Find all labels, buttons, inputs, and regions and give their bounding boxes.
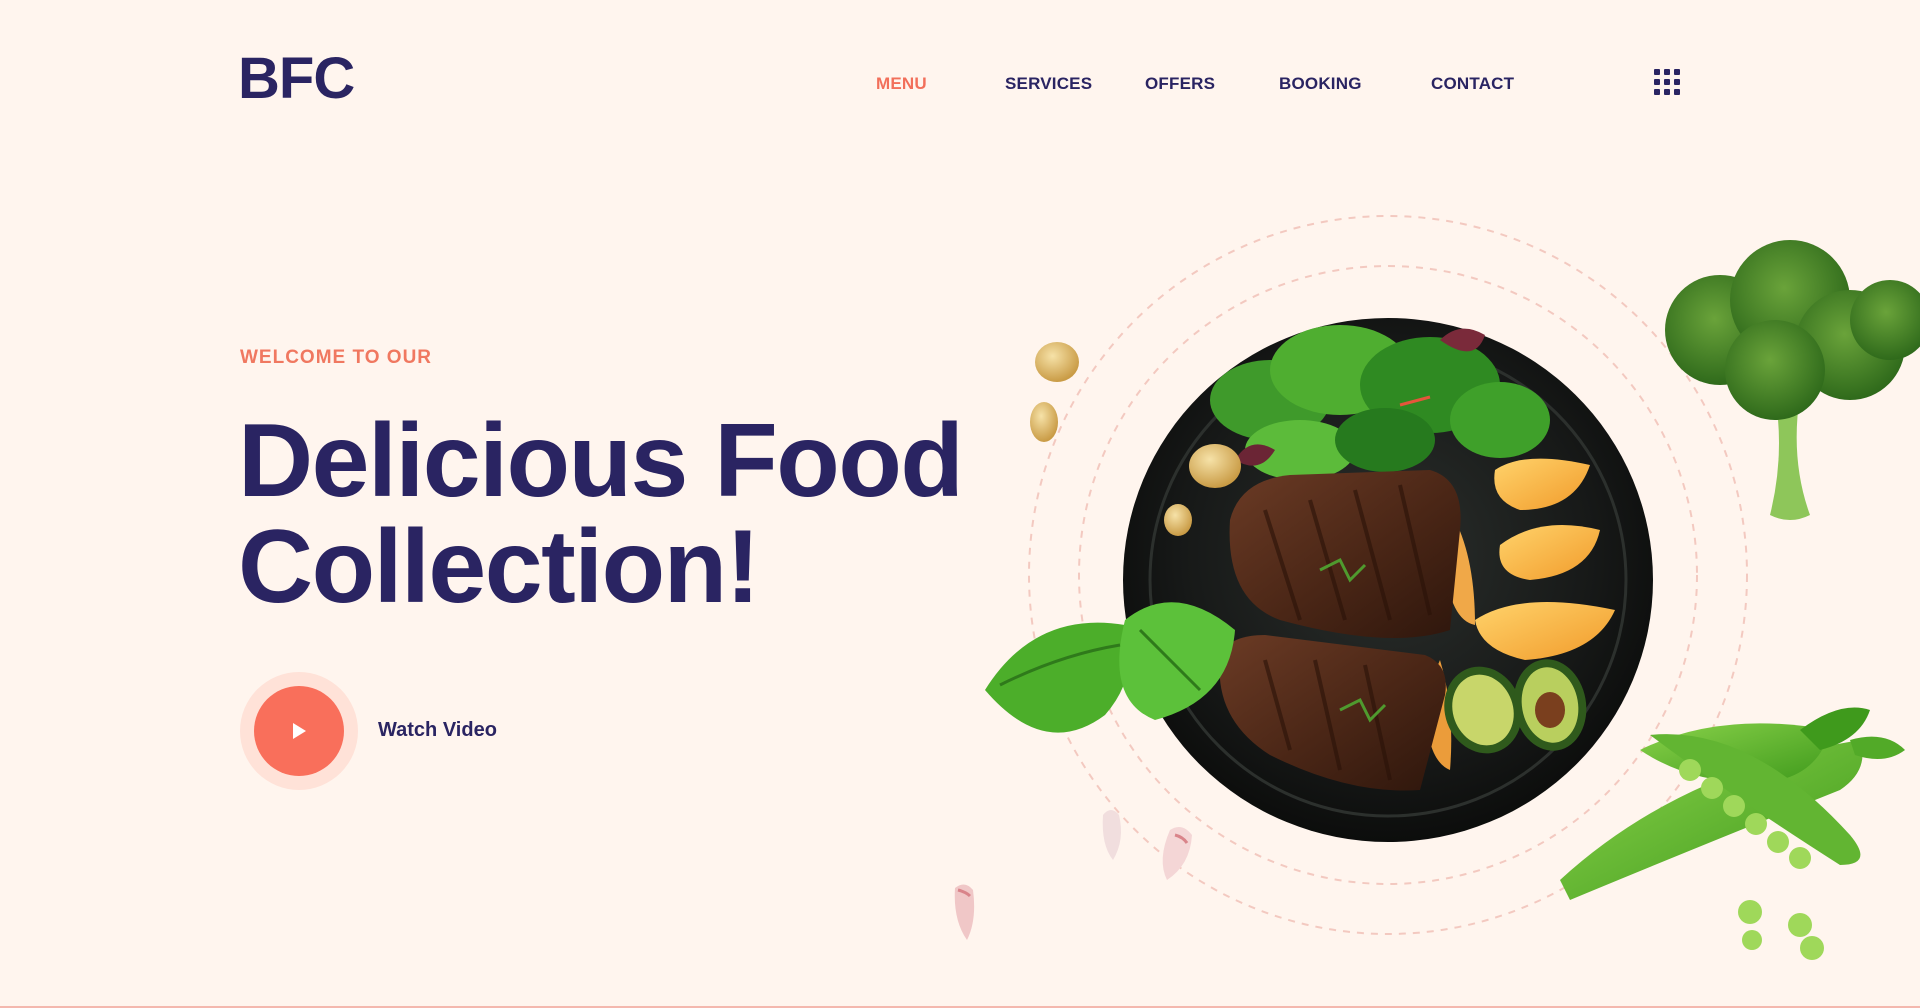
peas-image [1560, 707, 1905, 960]
plate-steak-salad-image [1123, 318, 1653, 842]
hero-food-artwork [954, 215, 1920, 960]
broccoli-image [1665, 240, 1920, 520]
nuts-image [1030, 342, 1079, 442]
garlic-image [954, 810, 1192, 940]
landing-page: BFC MENU SERVICES OFFERS BOOKING CONTACT… [0, 0, 1920, 1008]
